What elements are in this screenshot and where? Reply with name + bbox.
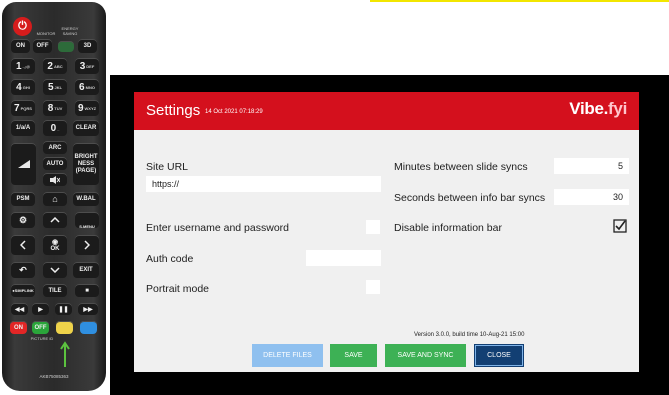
auth-code-input[interactable]	[306, 250, 381, 266]
exit-button[interactable]: EXIT	[73, 262, 99, 278]
checkbox-checked-icon	[613, 219, 627, 233]
version-text: Version 3.0.0, build time 10-Aug-21 15:0…	[414, 332, 525, 338]
slide-sync-label: Minutes between slide syncs	[394, 161, 528, 173]
three-d-button[interactable]: 3D	[78, 39, 97, 53]
input-mode-button[interactable]: 1/a/A	[11, 120, 35, 136]
chevron-right-icon	[84, 240, 90, 250]
up-button[interactable]	[43, 212, 67, 228]
site-url-label: Site URL	[146, 161, 189, 173]
home-button[interactable]: ⌂	[43, 192, 67, 206]
monitor-label: MONITOR	[36, 31, 56, 36]
ok-button[interactable]: ◉ OK	[43, 235, 67, 255]
rewind-button[interactable]: ◀◀	[11, 303, 28, 315]
auto-button[interactable]: AUTO	[43, 157, 67, 170]
monitor-off-button[interactable]: OFF	[33, 39, 52, 53]
simplink-icon: ●SIMPLINK	[12, 288, 34, 293]
save-and-sync-button[interactable]: SAVE AND SYNC	[385, 344, 466, 367]
stop-button[interactable]: ■	[75, 284, 99, 297]
key-9[interactable]: 9 WXYZ	[75, 100, 99, 116]
volume-rocker[interactable]	[11, 143, 36, 185]
slide-sync-input[interactable]	[554, 158, 629, 174]
login-checkbox[interactable]	[366, 220, 380, 234]
close-button[interactable]: CLOSE	[474, 344, 524, 367]
chevron-left-icon	[20, 240, 26, 250]
blue-button[interactable]	[80, 321, 97, 334]
energy-saving-label: ENERGY SAVING	[61, 26, 79, 36]
left-button[interactable]	[11, 235, 35, 255]
yellow-button[interactable]	[56, 321, 73, 334]
green-button[interactable]: OFF	[32, 321, 49, 334]
white-balance-button[interactable]: W.BAL	[73, 192, 99, 206]
info-sync-label: Seconds between info bar syncs	[394, 192, 546, 204]
fast-forward-icon: ▶▶	[83, 306, 93, 313]
chevron-up-icon	[50, 217, 60, 223]
settings-button[interactable]: ⚙	[11, 212, 35, 228]
key-1[interactable]: 1 .,;@	[11, 58, 35, 74]
mute-icon	[50, 175, 60, 184]
play-icon: ▶	[38, 306, 43, 313]
screenshot: ⏻ MONITOR ENERGY SAVING ON OFF 3D 1 .,;@ …	[0, 0, 669, 395]
info-sync-input[interactable]	[554, 189, 629, 205]
remote-control: ⏻ MONITOR ENERGY SAVING ON OFF 3D 1 .,;@ …	[2, 2, 106, 391]
key-8[interactable]: 8 TUV	[43, 100, 67, 116]
energy-saving-button[interactable]	[58, 41, 74, 52]
back-button[interactable]: ↶	[11, 262, 35, 278]
red-button[interactable]: ON	[10, 321, 27, 334]
settings-dialog: Settings 14 Oct 2021 07:18:29 Vibe.fyi S…	[134, 92, 639, 372]
arrow-up-icon	[60, 341, 70, 367]
timestamp: 14 Oct 2021 07:18:29	[205, 109, 263, 115]
chevron-down-icon	[50, 267, 60, 273]
fast-forward-button[interactable]: ▶▶	[78, 303, 98, 315]
top-accent-line	[370, 0, 669, 2]
clear-button[interactable]: CLEAR	[73, 120, 99, 136]
key-4[interactable]: 4 GHI	[11, 79, 35, 95]
picture-id-label: PICTURE ID	[30, 336, 54, 341]
pause-icon: ❚❚	[58, 306, 69, 313]
vibe-logo: Vibe.fyi	[569, 99, 627, 118]
auth-code-label: Auth code	[146, 253, 194, 265]
disable-info-bar-checkbox[interactable]	[613, 219, 627, 233]
down-button[interactable]	[43, 262, 67, 278]
right-button[interactable]	[75, 235, 99, 255]
portrait-mode-label: Portrait mode	[146, 283, 210, 295]
key-6[interactable]: 6 MNO	[75, 79, 99, 95]
tile-button[interactable]: TILE	[43, 284, 67, 297]
site-url-input[interactable]	[146, 176, 381, 192]
play-button[interactable]: ▶	[32, 303, 49, 315]
model-number: AKB75085363	[39, 374, 69, 379]
simplink-button[interactable]: ●SIMPLINK	[11, 284, 35, 297]
key-0[interactable]: 0 _	[43, 120, 67, 136]
key-7[interactable]: 7 PQRS	[11, 100, 35, 116]
disable-info-bar-label: Disable information bar	[394, 222, 502, 234]
page-title: Settings	[146, 102, 201, 119]
key-2[interactable]: 2 ABC	[43, 58, 67, 74]
login-label: Enter username and password	[146, 222, 289, 234]
monitor-on-button[interactable]: ON	[11, 39, 30, 53]
pause-button[interactable]: ❚❚	[55, 303, 72, 315]
brightness-button[interactable]: BRIGHT NESS (PAGE)	[73, 143, 99, 185]
power-button[interactable]: ⏻	[13, 17, 32, 36]
s-menu-button[interactable]: S.MENU	[75, 212, 99, 229]
mute-button[interactable]	[43, 173, 67, 186]
rewind-icon: ◀◀	[14, 306, 25, 313]
gear-icon: ⚙	[18, 214, 28, 225]
key-5[interactable]: 5 JKL	[43, 79, 67, 95]
stop-icon: ■	[85, 287, 89, 294]
psm-button[interactable]: PSM	[11, 192, 35, 206]
portrait-mode-checkbox[interactable]	[366, 280, 380, 294]
save-button[interactable]: SAVE	[330, 344, 377, 367]
volume-icon	[17, 160, 30, 168]
key-3[interactable]: 3 DEF	[75, 58, 99, 74]
arc-button[interactable]: ARC	[43, 141, 67, 154]
delete-files-button[interactable]: DELETE FILES	[252, 344, 323, 367]
dialog-header: Settings 14 Oct 2021 07:18:29 Vibe.fyi	[134, 92, 639, 130]
